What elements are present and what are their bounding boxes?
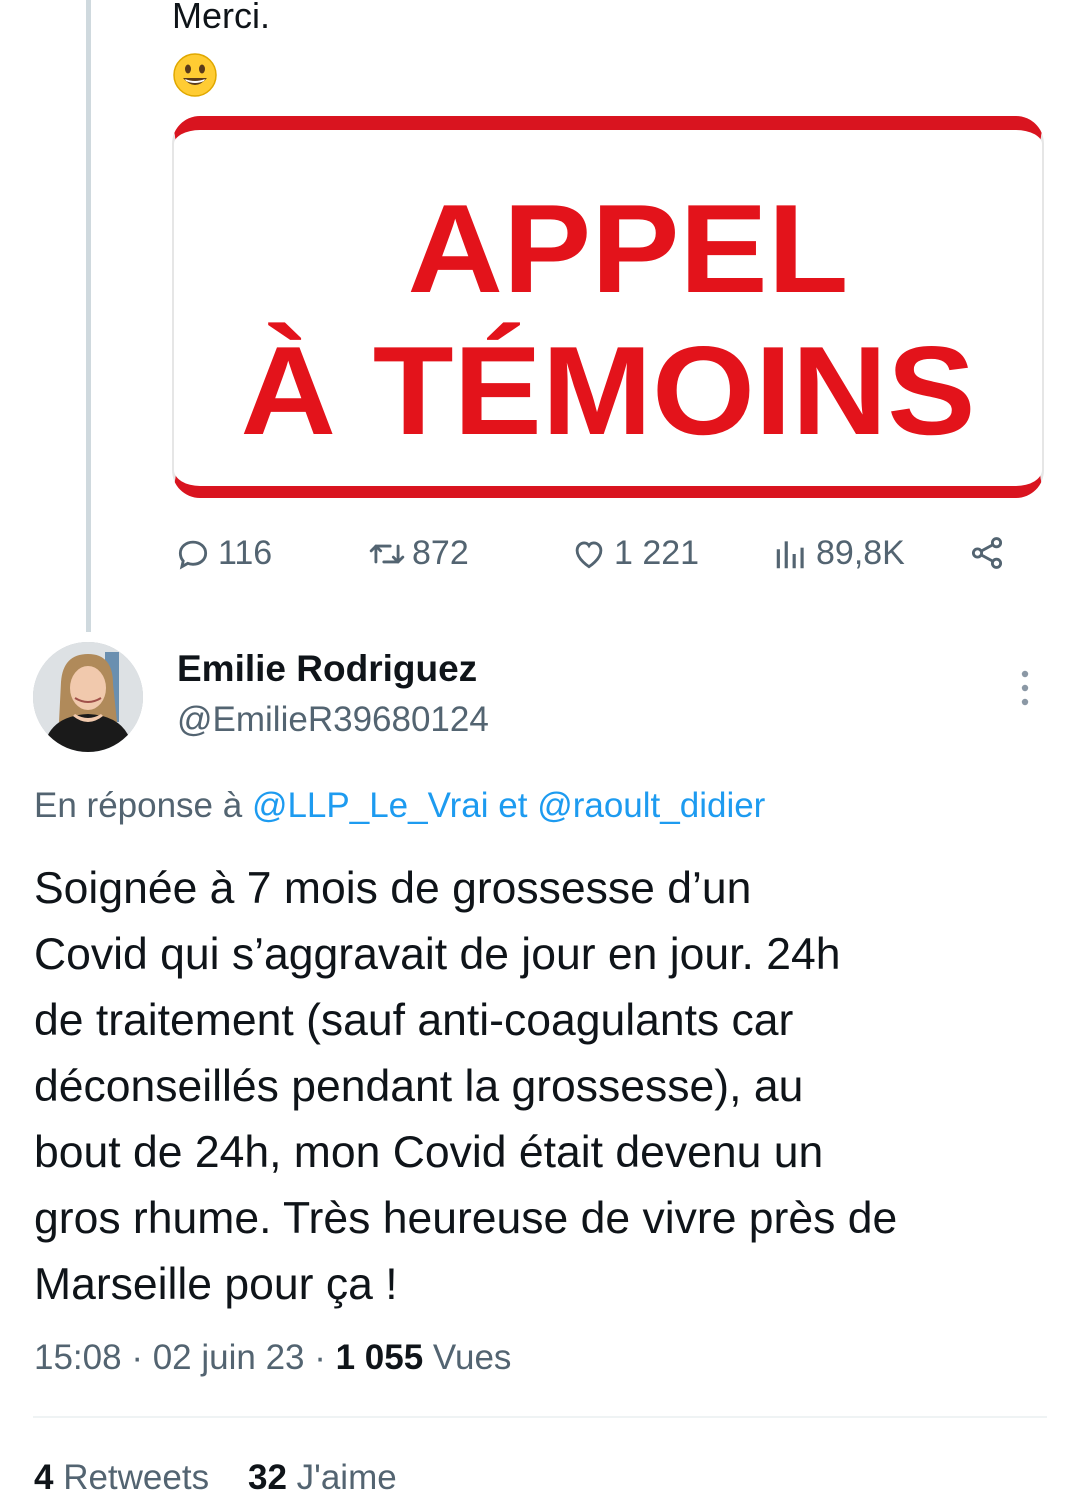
likes-label: J'aime [286,1458,397,1497]
analytics-icon [776,540,804,568]
reply-context: En réponse à @LLP_Le_Vrai et @raoult_did… [34,786,765,826]
parent-tweet-action-bar: 116 872 1 221 89,8K [172,534,1032,582]
retweets-total: 4 [34,1458,54,1497]
divider [33,1416,1047,1418]
retweets-stat[interactable]: 4 Retweets [34,1458,209,1497]
reply-prefix: En réponse à [34,786,252,825]
share-button[interactable] [968,534,1006,572]
more-options-icon[interactable] [1010,666,1040,710]
heart-icon [575,540,603,568]
like-button[interactable]: 1 221 [570,534,699,573]
tweet-date[interactable]: 02 juin 23 [153,1338,305,1377]
reply-icon [178,540,208,569]
media-text-line1: APPEL [407,178,849,319]
grinning-face-emoji-icon [173,53,217,97]
parent-tweet-text: Merci. [172,0,270,36]
reply-button[interactable]: 116 [174,534,272,573]
views-button[interactable]: 89,8K [772,534,905,573]
meta-separator-1: · [121,1338,153,1377]
tweet-media-image[interactable]: APPEL À TÉMOINS [172,116,1044,498]
meta-separator-2: · [304,1338,336,1377]
tweet-body: Soignée à 7 mois de grossesse d’un Covid… [34,864,898,1309]
reply-count: 116 [218,534,273,572]
tweet-time[interactable]: 15:08 [34,1338,122,1377]
likes-stat[interactable]: 32 J'aime [248,1458,397,1497]
reply-user-link-2[interactable]: @raoult_didier [537,786,765,825]
author-name[interactable]: Emilie Rodriguez [177,648,477,690]
views-count: 89,8K [816,534,905,572]
media-text-line2: À TÉMOINS [240,320,976,461]
retweets-label: Retweets [53,1458,210,1497]
tweet-metadata: 15:08 · 02 juin 23 · 1 055 Vues [34,1338,511,1378]
reply-user-link-1[interactable]: @LLP_Le_Vrai [252,786,489,825]
reply-and: et [488,786,538,825]
views-label: Vues [423,1338,512,1377]
engagement-stats: 4 Retweets 32 J'aime [34,1458,397,1498]
avatar[interactable] [33,642,143,752]
retweet-count: 872 [412,534,469,572]
views-total: 1 055 [335,1338,424,1377]
avatar-photo [33,642,143,752]
like-count: 1 221 [614,534,700,572]
retweet-button[interactable]: 872 [368,534,469,573]
likes-total: 32 [248,1458,287,1497]
thread-connector-line [86,0,91,632]
retweet-icon [369,544,405,563]
author-handle[interactable]: @EmilieR39680124 [177,700,489,740]
share-icon [971,537,1003,569]
